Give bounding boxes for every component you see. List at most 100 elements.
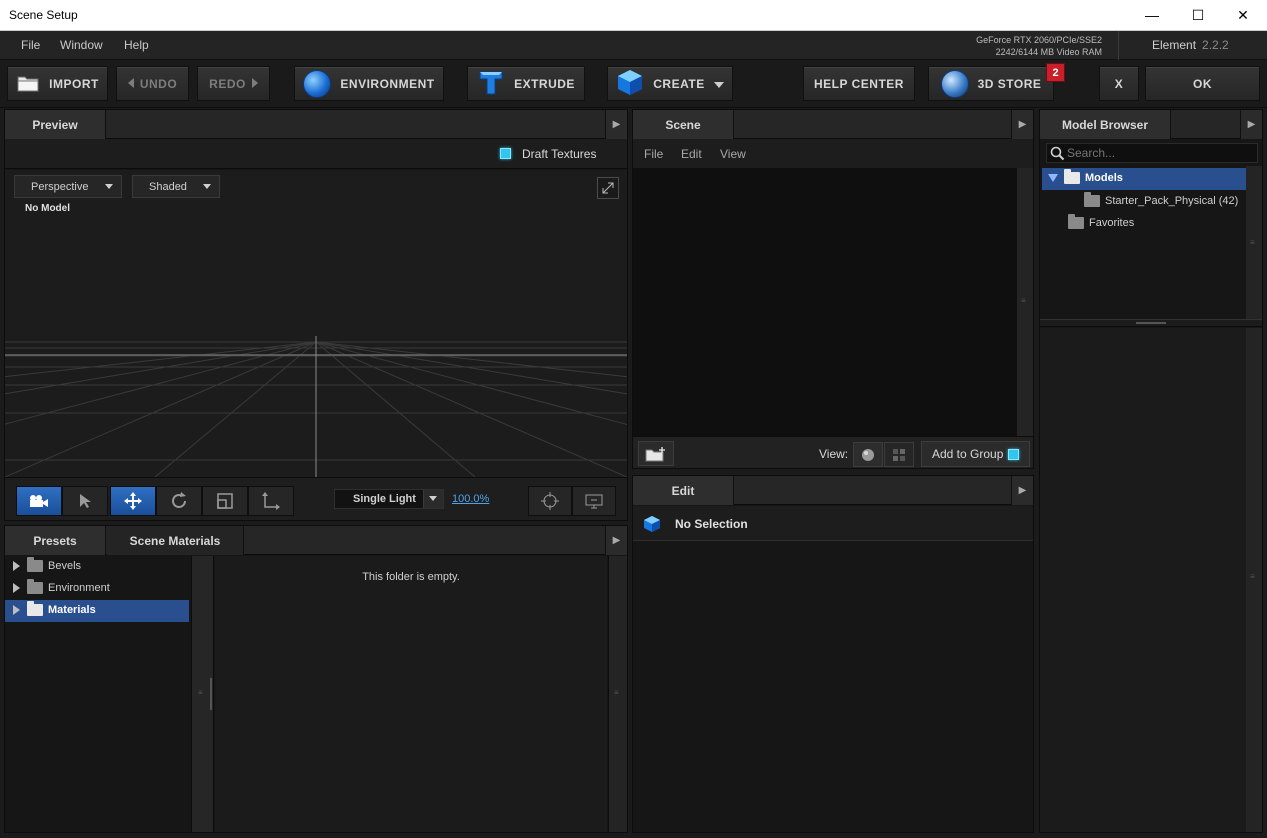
search-field[interactable] bbox=[1046, 143, 1258, 163]
close-button[interactable]: ✕ bbox=[1220, 0, 1266, 30]
help-center-button[interactable]: HELP CENTER bbox=[803, 66, 915, 101]
tab-presets[interactable]: Presets bbox=[5, 526, 106, 555]
redo-button[interactable]: REDO bbox=[197, 66, 270, 101]
extrude-button[interactable]: EXTRUDE bbox=[467, 66, 585, 101]
tab-model-browser[interactable]: Model Browser bbox=[1040, 110, 1171, 139]
arrow-left-icon bbox=[127, 77, 134, 91]
tree-item-materials[interactable]: Materials bbox=[13, 601, 96, 616]
search-input[interactable] bbox=[1067, 145, 1253, 161]
thumbnail-scrollbar[interactable]: ≡ bbox=[1246, 328, 1262, 832]
tab-edit[interactable]: Edit bbox=[633, 476, 734, 505]
empty-folder-message: This folder is empty. bbox=[362, 571, 460, 583]
expand-arrow-icon[interactable] bbox=[13, 583, 20, 593]
axis-tool-icon[interactable] bbox=[248, 486, 294, 516]
grip-icon: ≡ bbox=[1250, 238, 1255, 247]
gpu-info: GeForce RTX 2060/PCIe/SSE2 2242/6144 MB … bbox=[976, 34, 1102, 58]
add-to-group-checkbox[interactable] bbox=[1008, 449, 1019, 460]
menu-bar: File Window Help GeForce RTX 2060/PCIe/S… bbox=[0, 31, 1267, 60]
edit-panel: Edit ▶ No Selection bbox=[632, 475, 1034, 833]
tree-scrollbar[interactable]: ≡ bbox=[191, 556, 214, 832]
tree-item-favorites[interactable]: Favorites bbox=[1068, 214, 1134, 229]
create-label: CREATE bbox=[653, 76, 705, 91]
draft-textures-checkbox[interactable] bbox=[500, 148, 511, 159]
scene-menu-view[interactable]: View bbox=[720, 147, 746, 161]
select-tool-icon[interactable] bbox=[62, 486, 108, 516]
camera-mode-value: Perspective bbox=[31, 180, 89, 193]
search-icon bbox=[1050, 146, 1065, 164]
undo-button[interactable]: UNDO bbox=[116, 66, 189, 101]
sphere-view-icon[interactable] bbox=[853, 442, 883, 467]
model-tree-scrollbar[interactable]: ≡ bbox=[1246, 166, 1262, 319]
scale-tool-icon[interactable] bbox=[202, 486, 248, 516]
move-tool-icon[interactable] bbox=[110, 486, 156, 516]
collapse-arrow-icon[interactable] bbox=[1048, 174, 1058, 182]
light-mode-dropdown[interactable]: Single Light bbox=[334, 489, 444, 509]
tab-scene-materials[interactable]: Scene Materials bbox=[107, 526, 244, 555]
browser-splitter[interactable] bbox=[1040, 319, 1262, 327]
cancel-button[interactable]: X bbox=[1099, 66, 1139, 101]
scene-menu-edit[interactable]: Edit bbox=[681, 147, 702, 161]
arrow-right-icon bbox=[251, 77, 258, 91]
preset-content-area: This folder is empty. bbox=[215, 556, 607, 832]
shading-mode-dropdown[interactable]: Shaded bbox=[132, 175, 220, 198]
planet-icon bbox=[940, 69, 969, 98]
gpu-name: GeForce RTX 2060/PCIe/SSE2 bbox=[976, 35, 1102, 45]
expand-arrow-icon[interactable] bbox=[13, 605, 20, 615]
zoom-level[interactable]: 100.0% bbox=[452, 493, 489, 505]
menu-help[interactable]: Help bbox=[124, 38, 149, 52]
scene-header: Scene ▶ bbox=[633, 110, 1033, 139]
content-scrollbar[interactable]: ≡ bbox=[608, 556, 627, 832]
tree-item-starter-pack[interactable]: Starter_Pack_Physical (42) bbox=[1084, 192, 1238, 207]
folder-label: Models bbox=[1085, 172, 1123, 184]
create-button[interactable]: CREATE bbox=[607, 66, 733, 101]
minimize-button[interactable]: — bbox=[1129, 0, 1175, 30]
3d-store-button[interactable]: 3D STORE bbox=[928, 66, 1054, 101]
crosshair-icon[interactable] bbox=[528, 486, 572, 516]
panel-menu-arrow-icon[interactable]: ▶ bbox=[1011, 110, 1033, 139]
import-label: IMPORT bbox=[49, 76, 99, 91]
add-to-group-toggle[interactable]: Add to Group bbox=[921, 441, 1030, 467]
tab-preview[interactable]: Preview bbox=[5, 110, 106, 139]
new-group-icon[interactable] bbox=[638, 441, 674, 466]
viewport[interactable]: Perspective Shaded No Model bbox=[5, 170, 627, 477]
tab-scene[interactable]: Scene bbox=[633, 110, 734, 139]
model-browser-header: Model Browser ▶ bbox=[1040, 110, 1262, 139]
scene-menu-file[interactable]: File bbox=[644, 147, 663, 161]
3d-store-label: 3D STORE bbox=[977, 76, 1042, 91]
rotate-tool-icon[interactable] bbox=[156, 486, 202, 516]
import-button[interactable]: IMPORT bbox=[7, 66, 108, 101]
folder-icon bbox=[1064, 169, 1080, 184]
expand-arrow-icon[interactable] bbox=[13, 561, 20, 571]
scene-scrollbar[interactable]: ≡ bbox=[1017, 168, 1033, 436]
ok-button[interactable]: OK bbox=[1145, 66, 1260, 101]
maximize-button[interactable]: ☐ bbox=[1175, 0, 1221, 30]
ground-grid bbox=[5, 336, 627, 477]
panel-menu-arrow-icon[interactable]: ▶ bbox=[605, 110, 627, 139]
cancel-label: X bbox=[1114, 76, 1124, 91]
environment-button[interactable]: ENVIRONMENT bbox=[294, 66, 444, 101]
mesh-view-icon[interactable] bbox=[884, 442, 914, 467]
tree-item-environment[interactable]: Environment bbox=[13, 579, 110, 594]
folder-label: Materials bbox=[48, 604, 96, 616]
tree-item-models[interactable]: Models bbox=[1048, 169, 1123, 184]
app-version-label: Element 2.2.2 bbox=[1152, 38, 1229, 52]
panel-menu-arrow-icon[interactable]: ▶ bbox=[605, 526, 627, 555]
menu-window[interactable]: Window bbox=[60, 38, 103, 52]
ok-label: OK bbox=[1193, 76, 1212, 91]
render-monitor-icon[interactable] bbox=[572, 486, 616, 516]
title-bar: Scene Setup — ☐ ✕ bbox=[0, 0, 1267, 31]
model-status: No Model bbox=[25, 203, 70, 214]
panel-menu-arrow-icon[interactable]: ▶ bbox=[1240, 110, 1262, 139]
app-name: Element bbox=[1152, 38, 1197, 52]
cube-icon bbox=[616, 68, 644, 99]
tree-item-bevels[interactable]: Bevels bbox=[13, 557, 81, 572]
menu-divider bbox=[1118, 31, 1119, 60]
menu-file[interactable]: File bbox=[21, 38, 40, 52]
panel-menu-arrow-icon[interactable]: ▶ bbox=[1011, 476, 1033, 505]
camera-mode-dropdown[interactable]: Perspective bbox=[14, 175, 122, 198]
scene-tree[interactable] bbox=[633, 168, 1017, 436]
viewport-toolbar: Single Light 100.0% bbox=[5, 477, 627, 520]
splitter-handle[interactable] bbox=[210, 678, 212, 710]
camera-tool-icon[interactable] bbox=[16, 486, 62, 516]
maximize-viewport-icon[interactable] bbox=[597, 177, 619, 199]
